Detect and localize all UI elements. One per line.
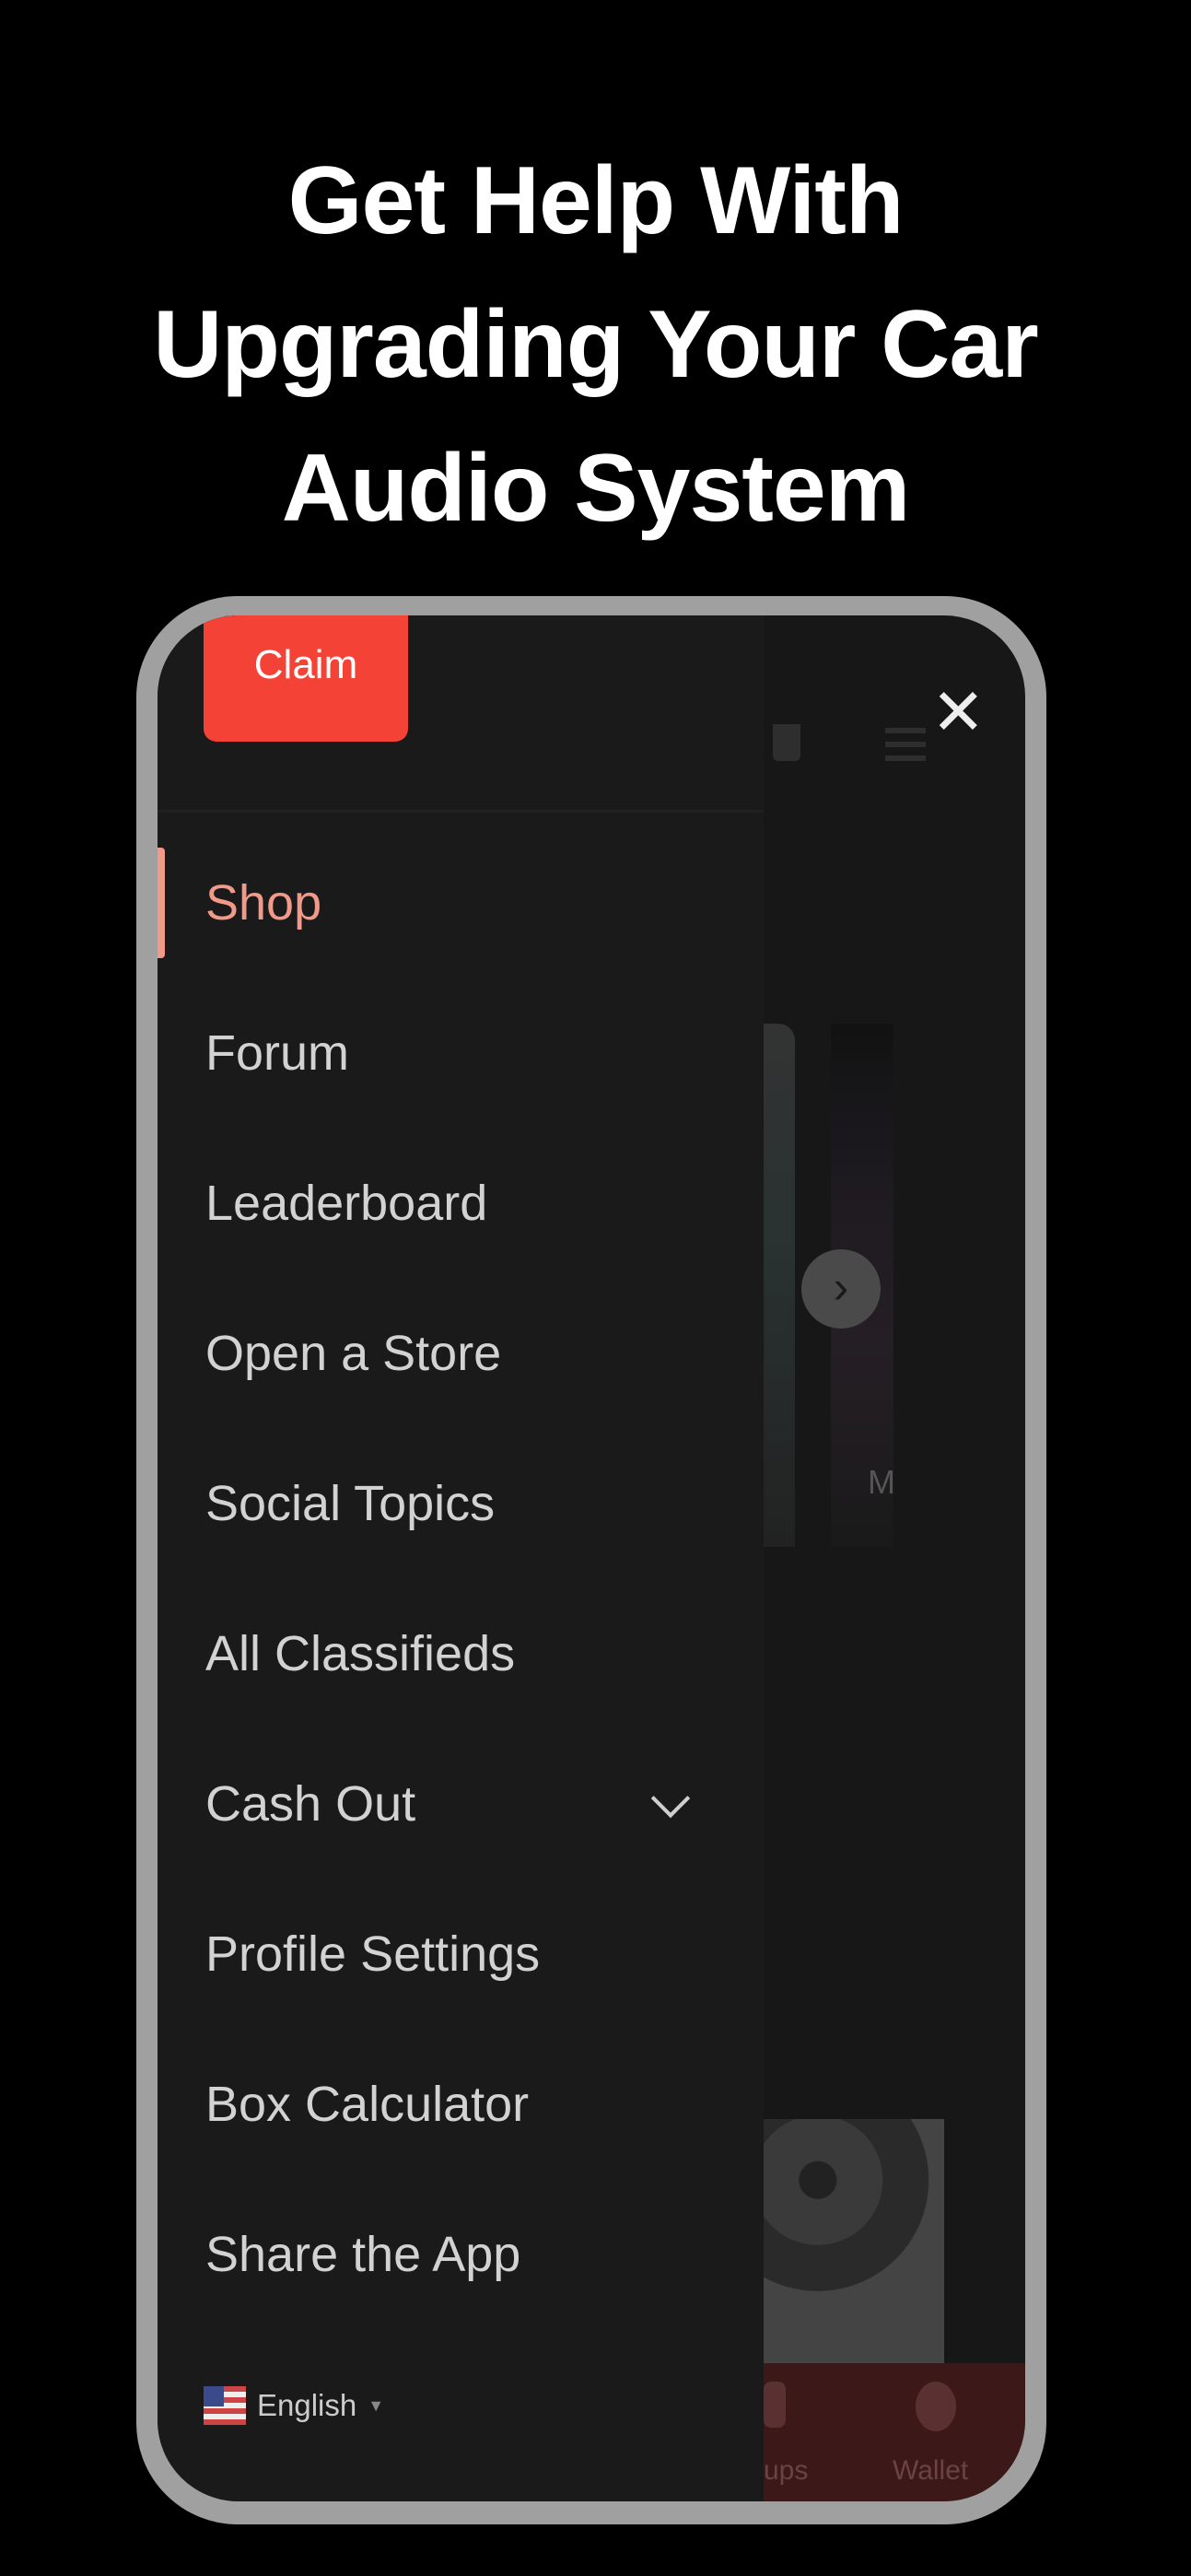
nav-label: Wallet [893, 2455, 969, 2486]
product-image [764, 1024, 795, 1547]
menu-item-social-topics[interactable]: Social Topics [205, 1471, 721, 1536]
cart-icon [773, 724, 800, 761]
nav-label: ups [764, 2455, 809, 2486]
caret-down-icon: ▼ [368, 2395, 385, 2415]
headline: Get Help With Upgrading Your Car Audio S… [0, 129, 1191, 560]
divider [158, 810, 764, 813]
groups-icon [764, 2382, 786, 2428]
menu-item-shop[interactable]: Shop [205, 871, 721, 935]
menu-item-open-a-store[interactable]: Open a Store [205, 1321, 721, 1386]
menu-item-share-the-app[interactable]: Share the App [205, 2222, 721, 2287]
language-selector[interactable]: English ▼ [204, 2386, 384, 2425]
wallet-icon [916, 2382, 956, 2431]
claim-button[interactable]: Claim [204, 615, 408, 742]
menu-item-profile-settings[interactable]: Profile Settings [205, 1922, 721, 1986]
speaker-image [764, 2119, 944, 2363]
us-flag-icon [204, 2386, 246, 2425]
menu-item-forum[interactable]: Forum [205, 1021, 721, 1085]
menu-item-label: Cash Out [205, 1776, 416, 1832]
nav-item-wallet[interactable]: Wallet [893, 2363, 1003, 2501]
menu-item-leaderboard[interactable]: Leaderboard [205, 1171, 721, 1235]
language-label: English [257, 2388, 357, 2422]
menu-item-cash-out[interactable]: Cash Out [205, 1772, 721, 1836]
phone-screen: › M ups Wallet ✕ Claim Shop Forum Leader… [158, 615, 1025, 2501]
menu-item-box-calculator[interactable]: Box Calculator [205, 2072, 721, 2137]
menu-item-all-classifieds[interactable]: All Classifieds [205, 1622, 721, 1686]
card-title-partial: M [868, 1463, 895, 1501]
bottom-nav: ups Wallet [764, 2363, 1025, 2501]
hamburger-icon [885, 728, 926, 761]
chevron-down-icon[interactable] [650, 1778, 691, 1819]
close-icon[interactable]: ✕ [931, 680, 986, 744]
headline-line-3: Audio System [281, 435, 910, 542]
headline-line-1: Get Help With [287, 147, 905, 254]
navigation-drawer: Claim Shop Forum Leaderboard Open a Stor… [158, 615, 764, 2501]
active-indicator [158, 848, 165, 958]
carousel-next-button[interactable]: › [801, 1249, 881, 1329]
headline-line-2: Upgrading Your Car [153, 291, 1038, 398]
